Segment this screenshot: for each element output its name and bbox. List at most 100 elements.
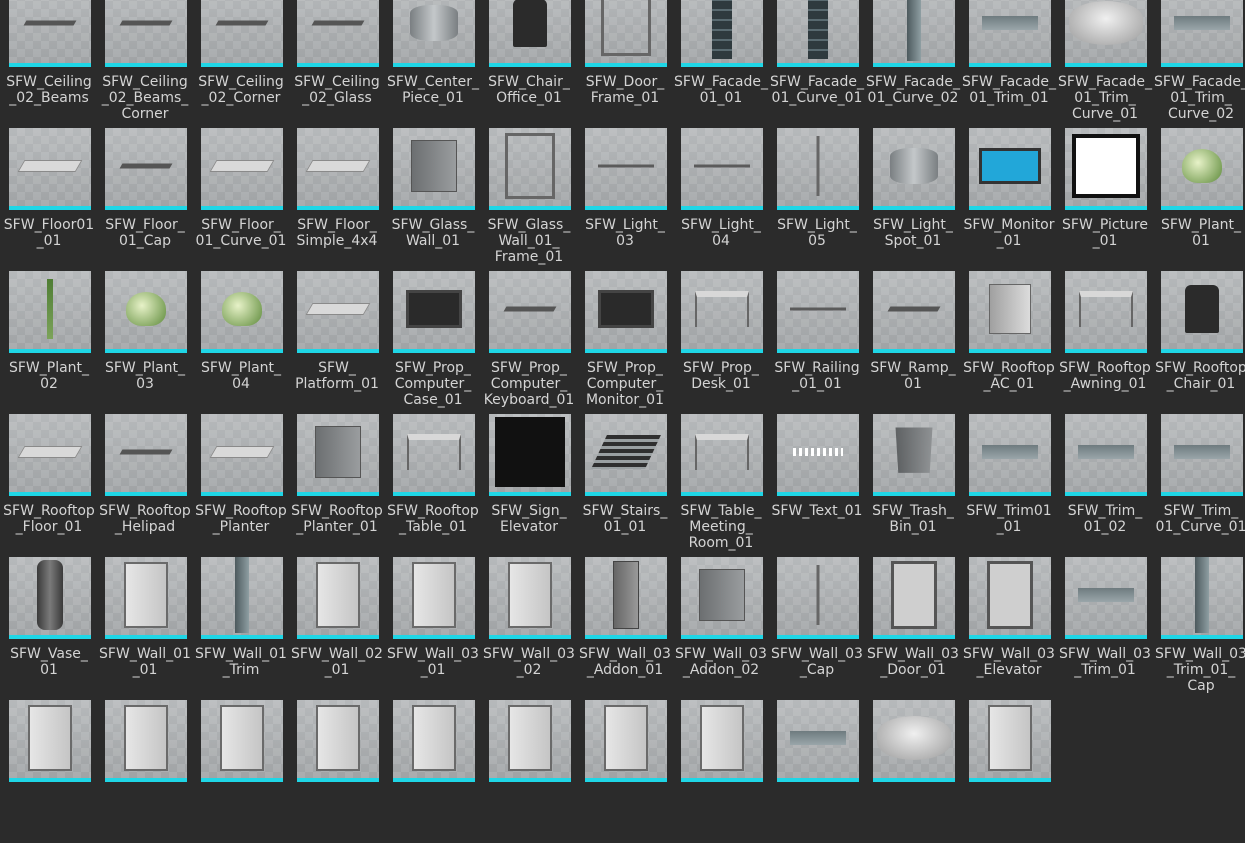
asset-tile[interactable]: SFW_Rooftop _Planter bbox=[193, 414, 289, 557]
asset-tile[interactable]: SFW_Plant_ 01 bbox=[1153, 128, 1245, 271]
asset-tile[interactable]: SFW_Facade_ 01_Curve_01 bbox=[769, 0, 865, 128]
asset-tile[interactable]: SFW_Sign_ Elevator bbox=[481, 414, 577, 557]
asset-tile[interactable]: SFW_Wall_03 _Trim_01 bbox=[1057, 557, 1153, 700]
asset-tile[interactable]: SFW_Door_ Frame_01 bbox=[577, 0, 673, 128]
asset-label: SFW_Wall_01 _Trim bbox=[195, 646, 287, 678]
asset-tile[interactable]: SFW_Prop_ Computer_ Keyboard_01 bbox=[481, 271, 577, 414]
asset-tile[interactable]: SFW_Picture _01 bbox=[1057, 128, 1153, 271]
asset-label: SFW_Wall_01 _01 bbox=[99, 646, 191, 678]
asset-tile[interactable] bbox=[97, 700, 193, 843]
asset-tile[interactable]: SFW_Stairs_ 01_01 bbox=[577, 414, 673, 557]
asset-label: SFW_Text_01 bbox=[771, 503, 863, 519]
asset-tile[interactable]: SFW_Wall_03 _Addon_01 bbox=[577, 557, 673, 700]
asset-label: SFW_Prop_ Desk_01 bbox=[683, 360, 759, 392]
asset-tile[interactable]: SFW_Chair_ Office_01 bbox=[481, 0, 577, 128]
asset-tile[interactable]: SFW_Monitor _01 bbox=[961, 128, 1057, 271]
asset-tile[interactable]: SFW_Rooftop _Floor_01 bbox=[1, 414, 97, 557]
asset-tile[interactable]: SFW_Facade_ 01_Trim_01 bbox=[961, 0, 1057, 128]
asset-tile[interactable] bbox=[193, 700, 289, 843]
picture-icon bbox=[1072, 133, 1140, 198]
asset-label: SFW_Stairs_ 01_01 bbox=[582, 503, 668, 535]
asset-tile[interactable]: SFW_Light_ 05 bbox=[769, 128, 865, 271]
asset-tile[interactable]: SFW_Trim_ 01_Curve_01 bbox=[1153, 414, 1245, 557]
asset-tile[interactable]: SFW_Light_ Spot_01 bbox=[865, 128, 961, 271]
asset-tile[interactable]: SFW_Wall_03 _Door_01 bbox=[865, 557, 961, 700]
trim-icon bbox=[1174, 444, 1230, 459]
asset-tile[interactable]: SFW_Trim01 _01 bbox=[961, 414, 1057, 557]
asset-tile[interactable] bbox=[673, 700, 769, 843]
drum-icon bbox=[410, 4, 458, 41]
asset-tile[interactable]: SFW_Vase_ 01 bbox=[1, 557, 97, 700]
asset-thumbnail bbox=[297, 414, 379, 496]
asset-tile[interactable]: SFW_Light_ 03 bbox=[577, 128, 673, 271]
asset-tile[interactable]: SFW_Glass_ Wall_01 bbox=[385, 128, 481, 271]
asset-tile[interactable]: SFW_Prop_ Desk_01 bbox=[673, 271, 769, 414]
asset-thumbnail bbox=[1065, 414, 1147, 496]
asset-tile[interactable]: SFW_Plant_ 03 bbox=[97, 271, 193, 414]
asset-tile[interactable]: SFW_Wall_03 _Elevator bbox=[961, 557, 1057, 700]
asset-tile[interactable]: SFW_Wall_03 _02 bbox=[481, 557, 577, 700]
asset-tile[interactable]: SFW_Prop_ Computer_ Monitor_01 bbox=[577, 271, 673, 414]
panel-icon bbox=[124, 561, 168, 628]
asset-tile[interactable]: SFW_Wall_03 _Trim_01_ Cap bbox=[1153, 557, 1245, 700]
asset-tile[interactable]: SFW_Floor_ 01_Curve_01 bbox=[193, 128, 289, 271]
bin-icon bbox=[895, 427, 933, 473]
asset-tile[interactable]: SFW_Ramp_ 01 bbox=[865, 271, 961, 414]
asset-tile[interactable]: SFW_ Platform_01 bbox=[289, 271, 385, 414]
asset-tile[interactable]: SFW_Rooftop _Helipad bbox=[97, 414, 193, 557]
asset-thumbnail bbox=[105, 557, 187, 639]
asset-tile[interactable]: SFW_Glass_ Wall_01_ Frame_01 bbox=[481, 128, 577, 271]
asset-tile[interactable]: SFW_Rooftop _Chair_01 bbox=[1153, 271, 1245, 414]
asset-label: SFW_Ceiling _02_Corner bbox=[198, 74, 284, 106]
asset-tile[interactable]: SFW_Ceiling _02_Glass bbox=[289, 0, 385, 128]
asset-label: SFW_Picture _01 bbox=[1062, 217, 1148, 249]
asset-tile[interactable]: SFW_Rooftop _Awning_01 bbox=[1057, 271, 1153, 414]
asset-tile[interactable]: SFW_Wall_01 _01 bbox=[97, 557, 193, 700]
asset-tile[interactable] bbox=[1, 700, 97, 843]
asset-thumbnail bbox=[969, 557, 1051, 639]
asset-tile[interactable]: SFW_Facade_ 01_Trim_ Curve_02 bbox=[1153, 0, 1245, 128]
asset-tile[interactable]: SFW_Rooftop _Planter_01 bbox=[289, 414, 385, 557]
asset-tile[interactable]: SFW_Light_ 04 bbox=[673, 128, 769, 271]
asset-thumbnail bbox=[489, 128, 571, 210]
asset-tile[interactable]: SFW_Trim_ 01_02 bbox=[1057, 414, 1153, 557]
asset-tile[interactable]: SFW_Table_ Meeting_ Room_01 bbox=[673, 414, 769, 557]
asset-tile[interactable]: SFW_Wall_03 _01 bbox=[385, 557, 481, 700]
asset-tile[interactable]: SFW_Plant_ 04 bbox=[193, 271, 289, 414]
asset-tile[interactable] bbox=[481, 700, 577, 843]
asset-tile[interactable]: SFW_Rooftop _AC_01 bbox=[961, 271, 1057, 414]
asset-tile[interactable]: SFW_Ceiling _02_Beams bbox=[1, 0, 97, 128]
asset-tile[interactable]: SFW_Text_01 bbox=[769, 414, 865, 557]
asset-tile[interactable]: SFW_Plant_ 02 bbox=[1, 271, 97, 414]
asset-label: SFW_Facade_ 01_Trim_01 bbox=[962, 74, 1056, 106]
asset-tile[interactable] bbox=[385, 700, 481, 843]
asset-thumbnail bbox=[585, 128, 667, 210]
asset-tile[interactable]: SFW_Wall_01 _Trim bbox=[193, 557, 289, 700]
asset-tile[interactable]: SFW_Trash_ Bin_01 bbox=[865, 414, 961, 557]
asset-tile[interactable]: SFW_Center_ Piece_01 bbox=[385, 0, 481, 128]
asset-tile[interactable]: SFW_Floor01 _01 bbox=[1, 128, 97, 271]
asset-tile[interactable]: SFW_Wall_02 _01 bbox=[289, 557, 385, 700]
asset-tile[interactable]: SFW_Facade_ 01_01 bbox=[673, 0, 769, 128]
asset-tile[interactable]: SFW_Ceiling _02_Beams_ Corner bbox=[97, 0, 193, 128]
asset-tile[interactable] bbox=[865, 700, 961, 843]
table-icon bbox=[407, 433, 461, 470]
elevator-icon bbox=[891, 560, 937, 629]
asset-tile[interactable]: SFW_Rooftop _Table_01 bbox=[385, 414, 481, 557]
asset-tile[interactable] bbox=[289, 700, 385, 843]
asset-tile[interactable]: SFW_Ceiling _02_Corner bbox=[193, 0, 289, 128]
asset-tile[interactable]: SFW_Facade_ 01_Curve_02 bbox=[865, 0, 961, 128]
asset-tile[interactable] bbox=[577, 700, 673, 843]
panel-icon bbox=[316, 561, 360, 628]
asset-tile[interactable]: SFW_Wall_03 _Addon_02 bbox=[673, 557, 769, 700]
asset-tile[interactable] bbox=[961, 700, 1057, 843]
asset-tile[interactable]: SFW_Floor_ 01_Cap bbox=[97, 128, 193, 271]
asset-tile[interactable]: SFW_Prop_ Computer_ Case_01 bbox=[385, 271, 481, 414]
asset-tile[interactable]: SFW_Facade_ 01_Trim_ Curve_01 bbox=[1057, 0, 1153, 128]
asset-tile[interactable]: SFW_Railing _01_01 bbox=[769, 271, 865, 414]
asset-tile[interactable]: SFW_Floor_ Simple_4x4 bbox=[289, 128, 385, 271]
asset-tile[interactable]: SFW_Wall_03 _Cap bbox=[769, 557, 865, 700]
asset-tile[interactable] bbox=[769, 700, 865, 843]
asset-label: SFW_Wall_03 _01 bbox=[387, 646, 479, 678]
asset-label: SFW_Rooftop _Table_01 bbox=[387, 503, 479, 535]
